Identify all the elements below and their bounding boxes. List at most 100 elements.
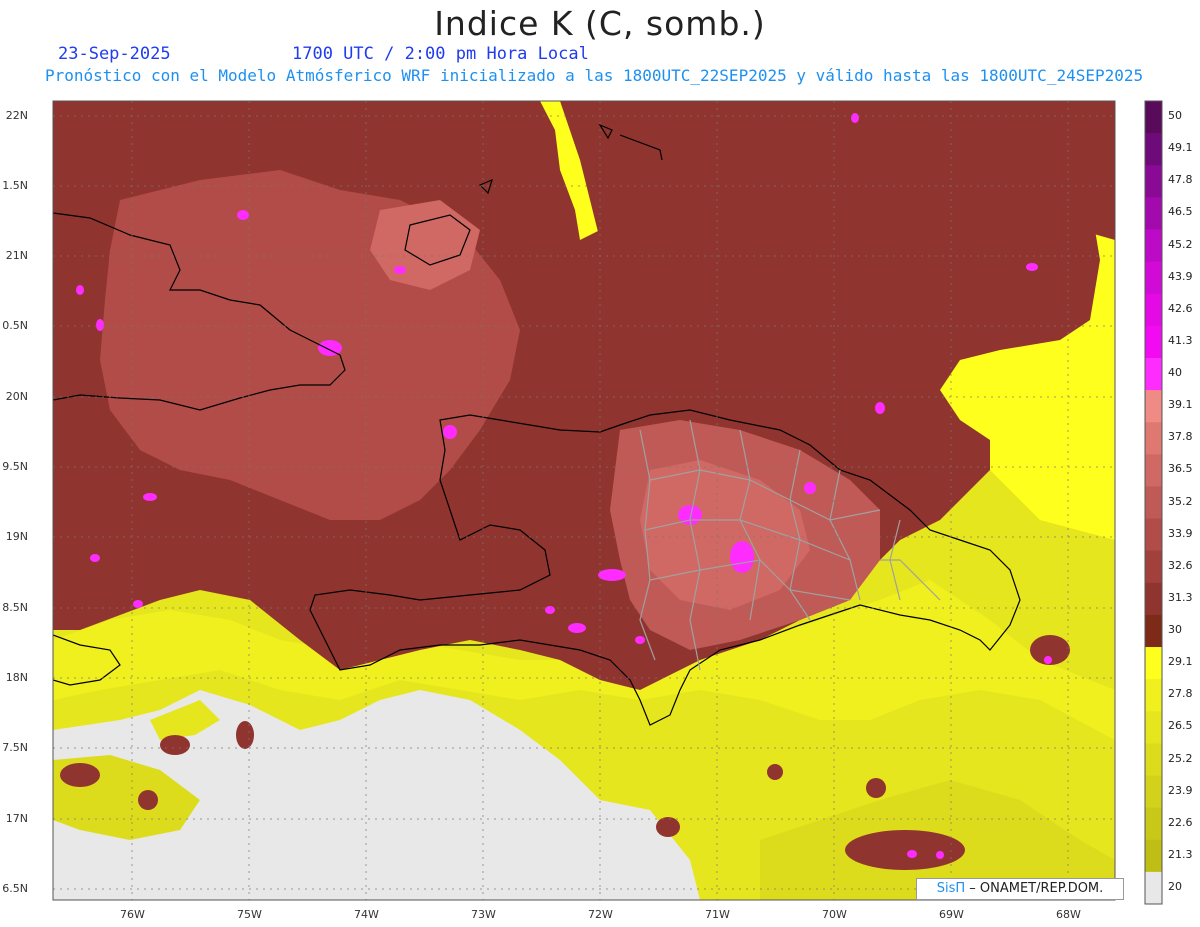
lon-label: 68W <box>1056 908 1081 921</box>
colorbar-label: 43.9 <box>1168 269 1193 283</box>
k-index-max-spot <box>851 113 859 123</box>
colorbar-label: 46.5 <box>1168 205 1193 219</box>
lon-label: 72W <box>588 908 613 921</box>
lat-label: 17N <box>5 812 28 825</box>
colorbar-label: 30 <box>1168 623 1182 636</box>
k-index-max-spot <box>394 266 406 274</box>
k-index-max-spot <box>568 623 586 633</box>
lat-label: 7.5N <box>2 741 28 754</box>
colorbar-label: 49.1 <box>1168 141 1193 155</box>
colorbar-swatch <box>1145 101 1162 134</box>
credit-box: SisΠ – ONAMET/REP.DOM. <box>916 878 1124 900</box>
k-index-max-spot <box>443 425 457 439</box>
colorbar-label: 35.2 <box>1168 494 1193 508</box>
credit-text: – ONAMET/REP.DOM. <box>969 881 1104 896</box>
colorbar <box>1145 101 1162 905</box>
colorbar-swatch <box>1145 261 1162 295</box>
lon-label: 71W <box>705 908 730 921</box>
colorbar-label: 41.3 <box>1168 333 1193 347</box>
lon-label: 70W <box>822 908 847 921</box>
colorbar-label: 45.2 <box>1168 237 1193 251</box>
k-index-max-spot <box>936 851 944 859</box>
colorbar-swatch <box>1145 647 1162 680</box>
colorbar-swatch <box>1145 422 1162 455</box>
lat-label: 20N <box>5 390 28 403</box>
k-index-max-spot <box>76 285 84 295</box>
colorbar-label: 22.6 <box>1168 815 1193 829</box>
colorbar-swatch <box>1145 390 1162 423</box>
colorbar-label: 23.9 <box>1168 783 1193 797</box>
colorbar-swatch <box>1145 357 1162 391</box>
k-index-blob <box>236 721 254 749</box>
map-title: Indice K (C, somb.) <box>434 4 766 43</box>
k-index-max-spot <box>730 541 754 573</box>
k-index-max-spot <box>96 319 104 331</box>
forecast-date: 23-Sep-2025 <box>58 44 171 64</box>
lat-label: 21N <box>5 249 28 262</box>
colorbar-swatch <box>1145 518 1162 552</box>
k-index-max-spot <box>875 402 885 414</box>
k-index-blob <box>845 830 965 870</box>
forecast-time: 1700 UTC / 2:00 pm Hora Local <box>292 44 589 64</box>
k-index-max-spot <box>598 569 626 581</box>
colorbar-swatch <box>1145 775 1162 809</box>
colorbar-swatch <box>1145 325 1162 359</box>
k-index-max-spot <box>1026 263 1038 271</box>
k-index-max-spot <box>907 850 917 858</box>
k-index-blob <box>866 778 886 798</box>
colorbar-label: 37.8 <box>1168 430 1193 444</box>
colorbar-swatch <box>1145 133 1162 166</box>
colorbar-label: 47.8 <box>1168 173 1193 187</box>
k-index-blob <box>60 763 100 787</box>
lat-label: 19N <box>5 530 28 543</box>
k-index-max-spot <box>237 210 249 220</box>
colorbar-swatch <box>1145 486 1162 520</box>
colorbar-label: 39.1 <box>1168 398 1193 412</box>
colorbar-label: 25.2 <box>1168 751 1193 765</box>
colorbar-swatch <box>1145 871 1162 905</box>
k-index-blob <box>656 817 680 837</box>
sispi-logo-text: SisΠ <box>936 881 966 896</box>
colorbar-label: 26.5 <box>1168 719 1193 733</box>
k-index-max-spot <box>90 554 100 562</box>
colorbar-swatch <box>1145 582 1162 616</box>
k-index-blob <box>160 735 190 755</box>
colorbar-swatch <box>1145 743 1162 777</box>
colorbar-swatch <box>1145 807 1162 841</box>
k-index-blob <box>138 790 158 810</box>
lon-label: 69W <box>939 908 964 921</box>
k-index-max-spot <box>143 493 157 501</box>
model-subtitle: Pronóstico con el Modelo Atmósferico WRF… <box>45 66 1144 85</box>
k-index-max-spot <box>545 606 555 614</box>
colorbar-swatch <box>1145 165 1162 198</box>
colorbar-label: 31.3 <box>1168 590 1193 604</box>
colorbar-label: 32.6 <box>1168 558 1193 572</box>
colorbar-label: 27.8 <box>1168 687 1193 701</box>
k-index-max-spot <box>1044 656 1052 664</box>
colorbar-label: 42.6 <box>1168 301 1193 315</box>
k-index-max-spot <box>133 600 143 608</box>
colorbar-label: 50 <box>1168 109 1182 123</box>
colorbar-label: 33.9 <box>1168 526 1193 540</box>
lat-label: 8.5N <box>2 601 28 614</box>
colorbar-label: 21.3 <box>1168 847 1193 861</box>
colorbar-swatch <box>1145 197 1162 230</box>
colorbar-swatch <box>1145 550 1162 584</box>
lat-label: 0.5N <box>2 319 28 332</box>
colorbar-label: 29.1 <box>1168 655 1193 669</box>
k-index-max-spot <box>635 636 645 644</box>
colorbar-label: 40 <box>1168 366 1182 379</box>
colorbar-label: 36.5 <box>1168 462 1193 476</box>
lon-label: 73W <box>471 908 496 921</box>
colorbar-swatch <box>1145 229 1162 263</box>
k-index-blob <box>767 764 783 780</box>
lon-label: 76W <box>120 908 145 921</box>
lat-label: 9.5N <box>2 460 28 473</box>
colorbar-swatch <box>1145 293 1162 327</box>
colorbar-swatch <box>1145 711 1162 744</box>
lon-label: 75W <box>237 908 262 921</box>
lat-label: 6.5N <box>2 882 28 895</box>
forecast-map <box>52 100 1163 905</box>
colorbar-swatch <box>1145 839 1162 873</box>
k-index-max-spot <box>804 482 816 494</box>
